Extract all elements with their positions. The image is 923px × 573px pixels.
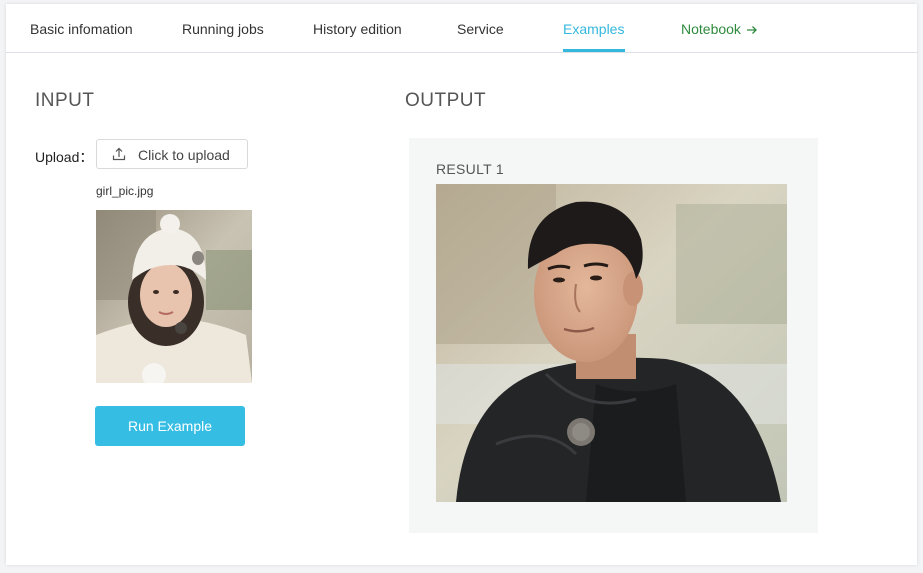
output-photo [436,184,787,502]
tab-notebook-link[interactable]: Notebook [681,20,758,39]
tab-basic-information[interactable]: Basic infomation [30,20,133,38]
upload-label: Upload： [35,149,94,165]
active-tab-indicator [563,49,625,52]
upload-button-label: Click to upload [138,147,230,163]
tab-history-edition[interactable]: History edition [313,20,402,38]
output-result-box: RESULT 1 [409,138,818,533]
uploaded-file-name: girl_pic.jpg [96,184,154,198]
tab-service[interactable]: Service [457,20,504,38]
arrow-right-icon [746,21,758,39]
notebook-label: Notebook [681,21,741,37]
output-title: OUTPUT [405,90,487,111]
tab-running-jobs[interactable]: Running jobs [182,20,264,38]
upload-icon [112,147,126,166]
tab-bar: Basic infomation Running jobs History ed… [6,4,917,53]
input-title: INPUT [35,90,95,111]
run-example-button[interactable]: Run Example [95,406,245,446]
input-photo [96,210,252,383]
result-label: RESULT 1 [436,161,505,177]
examples-panel: Basic infomation Running jobs History ed… [6,4,917,565]
upload-button[interactable]: Click to upload [96,139,248,169]
tab-examples[interactable]: Examples [563,20,624,38]
